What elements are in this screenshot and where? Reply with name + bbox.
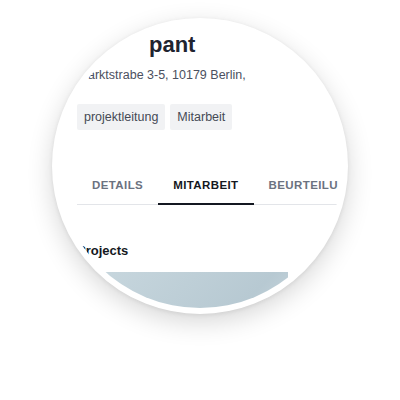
page: pant arktstrabe 3-5, 10179 Berlin, projekt… [0,0,400,400]
tab-bar: DETAILSMITARBEITBEURTEILU [77,168,342,205]
detail-view: pant arktstrabe 3-5, 10179 Berlin, projekt… [58,24,342,314]
address: arktstrabe 3-5, 10179 Berlin, [88,66,342,84]
tag-list: projektleitungMitarbeit [77,104,342,130]
tab[interactable]: DETAILS [77,168,158,205]
project-photo[interactable] [308,272,348,314]
tag[interactable]: projektleitung [77,104,165,130]
tab[interactable]: MITARBEIT [158,168,253,205]
tab[interactable]: BEURTEILU [254,168,342,205]
section-heading: Projects [77,243,342,259]
tag[interactable]: Mitarbeit [170,104,232,130]
page-title: pant [149,32,342,58]
project-list [77,272,342,314]
project-photo[interactable] [77,272,288,314]
magnifier: pant arktstrabe 3-5, 10179 Berlin, projekt… [52,18,348,314]
